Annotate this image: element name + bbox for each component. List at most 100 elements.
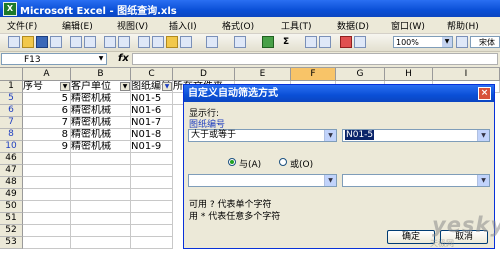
empty-cell[interactable] [131,153,173,165]
empty-cell[interactable] [71,237,131,249]
sort-ascending-icon[interactable] [305,36,317,48]
empty-cell[interactable] [71,189,131,201]
row-header[interactable]: 49 [0,189,23,201]
hyperlink-icon[interactable] [262,36,274,48]
menu-tools[interactable]: 工具(T) [281,19,312,32]
row-header[interactable]: 7 [0,117,23,129]
autofilter-dropdown-icon[interactable]: ▼ [120,82,130,91]
column-header-c[interactable]: C [131,68,173,81]
cell-seq[interactable]: 7 [23,117,71,129]
empty-cell[interactable] [131,165,173,177]
empty-cell[interactable] [71,165,131,177]
help-icon[interactable] [456,36,468,48]
redo-icon[interactable] [234,36,246,48]
row-header[interactable]: 52 [0,225,23,237]
column-header-d[interactable]: D [173,68,235,81]
open-icon[interactable] [22,36,34,48]
chart-wizard-icon[interactable] [340,36,352,48]
column-header-i[interactable]: I [433,68,500,81]
column-header-g[interactable]: G [336,68,385,81]
cell-drawing-no[interactable]: N01-7 [131,117,173,129]
empty-cell[interactable] [131,201,173,213]
spelling-icon[interactable] [104,36,116,48]
cell-drawing-no[interactable]: N01-6 [131,105,173,117]
value2-combo[interactable]: ▼ [342,174,490,187]
column-header-a[interactable]: A [23,68,71,81]
column-header-e[interactable]: E [235,68,291,81]
name-box[interactable]: F13 ▼ [1,53,107,65]
empty-cell[interactable] [131,189,173,201]
drawing-icon[interactable] [354,36,366,48]
cell-client[interactable]: 精密机械 [71,105,131,117]
zoom-select[interactable]: 100% ▼ [393,36,453,48]
menu-insert[interactable]: 插入(I) [169,19,197,32]
paste-icon[interactable] [166,36,178,48]
autosum-icon[interactable]: Σ [283,37,289,47]
empty-cell[interactable] [23,165,71,177]
row-header[interactable]: 53 [0,237,23,249]
empty-cell[interactable] [71,201,131,213]
cell-seq[interactable]: 9 [23,141,71,153]
row-header[interactable]: 1 [0,81,23,93]
menu-format[interactable]: 格式(O) [222,19,254,32]
menu-window[interactable]: 窗口(W) [391,19,425,32]
empty-cell[interactable] [131,177,173,189]
cell-client[interactable]: 精密机械 [71,141,131,153]
cell-client[interactable]: 精密机械 [71,129,131,141]
empty-cell[interactable] [131,237,173,249]
menu-edit[interactable]: 编辑(E) [62,19,93,32]
copy-icon[interactable] [152,36,164,48]
print-icon[interactable] [70,36,82,48]
empty-cell[interactable] [23,189,71,201]
cell-seq[interactable]: 5 [23,93,71,105]
font-select[interactable]: 宋体 [470,36,500,48]
and-radio[interactable] [228,158,236,166]
cell-drawing-no[interactable]: N01-8 [131,129,173,141]
row-header[interactable]: 8 [0,129,23,141]
empty-cell[interactable] [131,225,173,237]
row-header[interactable]: 50 [0,201,23,213]
empty-cell[interactable] [23,201,71,213]
save-icon[interactable] [36,36,48,48]
empty-cell[interactable] [71,225,131,237]
row-header[interactable]: 10 [0,141,23,153]
cell-drawing-no[interactable]: N01-5 [131,93,173,105]
ok-button[interactable]: 确定 [387,230,435,244]
undo-icon[interactable] [206,36,218,48]
operator1-select[interactable]: 大于或等于 ▼ [188,129,337,142]
formula-input[interactable] [132,53,498,65]
empty-cell[interactable] [23,213,71,225]
research-icon[interactable] [118,36,130,48]
column-header-f[interactable]: F [291,68,336,81]
menu-view[interactable]: 视图(V) [117,19,148,32]
autofilter-dropdown-icon[interactable]: ▼ [60,82,70,91]
cell-client[interactable]: 精密机械 [71,117,131,129]
row-header[interactable]: 46 [0,153,23,165]
empty-cell[interactable] [131,213,173,225]
or-radio[interactable] [279,158,287,166]
empty-cell[interactable] [71,177,131,189]
autofilter-dropdown-icon[interactable]: ▼ [162,82,172,91]
close-icon[interactable]: × [478,87,491,100]
row-header[interactable]: 5 [0,93,23,105]
empty-cell[interactable] [23,177,71,189]
value1-combo[interactable]: N01-5 ▼ [342,129,490,142]
menu-help[interactable]: 帮助(H) [447,19,479,32]
cell-client[interactable]: 精密机械 [71,93,131,105]
cell-seq[interactable]: 8 [23,129,71,141]
function-icon[interactable]: fx [118,53,129,64]
empty-cell[interactable] [71,153,131,165]
new-icon[interactable] [8,36,20,48]
permission-icon[interactable] [50,36,62,48]
row-header[interactable]: 6 [0,105,23,117]
operator2-select[interactable]: ▼ [188,174,337,187]
select-all-corner[interactable] [0,68,23,81]
print-preview-icon[interactable] [84,36,96,48]
cut-icon[interactable] [138,36,150,48]
row-header[interactable]: 47 [0,165,23,177]
empty-cell[interactable] [23,225,71,237]
column-header-h[interactable]: H [385,68,433,81]
empty-cell[interactable] [23,237,71,249]
row-header[interactable]: 48 [0,177,23,189]
row-header[interactable]: 51 [0,213,23,225]
